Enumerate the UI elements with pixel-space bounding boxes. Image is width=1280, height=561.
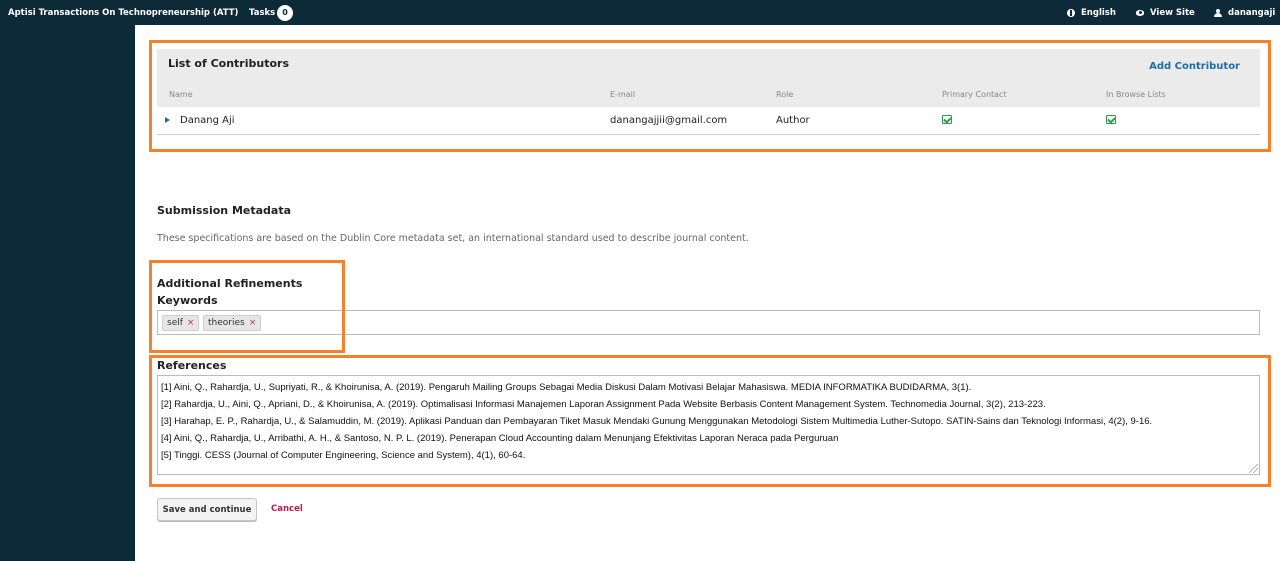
keyword-tag: self × xyxy=(162,315,200,331)
keyword-tag-label: theories xyxy=(208,318,245,328)
contributor-role: Author xyxy=(776,115,810,126)
eye-icon xyxy=(1136,10,1144,16)
language-menu[interactable]: English xyxy=(1067,8,1116,18)
keywords-input[interactable]: self × theories × xyxy=(157,310,1260,335)
resize-grip-icon[interactable] xyxy=(1249,464,1258,473)
browse-lists-check-icon xyxy=(1106,115,1116,124)
tasks-count-badge: 0 xyxy=(277,5,293,21)
contributor-name: Danang Aji xyxy=(180,115,235,126)
view-site-link[interactable]: View Site xyxy=(1136,8,1195,18)
remove-tag-icon[interactable]: × xyxy=(249,316,257,330)
sidebar xyxy=(0,25,135,561)
column-header-in-browse-lists: In Browse Lists xyxy=(1106,90,1166,99)
keywords-label: Keywords xyxy=(157,294,218,307)
reference-line: [3] Harahap, E. P., Rahardja, U., & Sala… xyxy=(161,416,1153,427)
view-site-label: View Site xyxy=(1150,8,1195,18)
cancel-link[interactable]: Cancel xyxy=(271,504,303,514)
user-menu[interactable]: danangaji xyxy=(1214,8,1275,18)
additional-refinements-title: Additional Refinements xyxy=(157,277,303,290)
tasks-link[interactable]: Tasks xyxy=(249,8,275,18)
reference-line: [1] Aini, Q., Rahardja, U., Supriyati, R… xyxy=(161,382,972,393)
reference-line: [4] Aini, Q., Rahardja, U., Arribathi, A… xyxy=(161,433,839,444)
references-textarea[interactable]: [1] Aini, Q., Rahardja, U., Supriyati, R… xyxy=(157,375,1260,475)
remove-tag-icon[interactable]: × xyxy=(187,316,195,330)
save-and-continue-button[interactable]: Save and continue xyxy=(157,498,257,521)
keyword-tag: theories × xyxy=(203,315,262,331)
reference-line: [2] Rahardja, U., Aini, Q., Apriani, D.,… xyxy=(161,399,1046,410)
submission-metadata-title: Submission Metadata xyxy=(157,204,292,217)
column-header-role: Role xyxy=(776,90,794,99)
language-label: English xyxy=(1081,8,1116,18)
column-header-name: Name xyxy=(169,90,193,99)
user-icon xyxy=(1214,9,1222,17)
references-label: References xyxy=(157,359,227,372)
expand-arrow-icon[interactable] xyxy=(165,117,170,123)
submission-metadata-description: These specifications are based on the Du… xyxy=(157,233,749,244)
column-header-email: E-mail xyxy=(610,90,636,99)
globe-icon xyxy=(1067,9,1075,17)
keyword-tag-label: self xyxy=(167,318,183,328)
column-header-primary-contact: Primary Contact xyxy=(942,90,1007,99)
contributors-title: List of Contributors xyxy=(168,57,289,70)
top-bar: Aptisi Transactions On Technopreneurship… xyxy=(0,0,1280,25)
primary-contact-check-icon xyxy=(942,115,952,124)
add-contributor-link[interactable]: Add Contributor xyxy=(1149,61,1240,72)
reference-line: [5] Tinggi. CESS (Journal of Computer En… xyxy=(161,450,526,461)
contributors-panel: List of Contributors Add Contributor Nam… xyxy=(157,49,1260,107)
app-title-link[interactable]: Aptisi Transactions On Technopreneurship… xyxy=(8,8,238,18)
contributor-row[interactable]: Danang Aji danangajjii@gmail.com Author xyxy=(157,107,1260,135)
username-label: danangaji xyxy=(1228,8,1276,18)
contributor-email: danangajjii@gmail.com xyxy=(610,115,728,126)
